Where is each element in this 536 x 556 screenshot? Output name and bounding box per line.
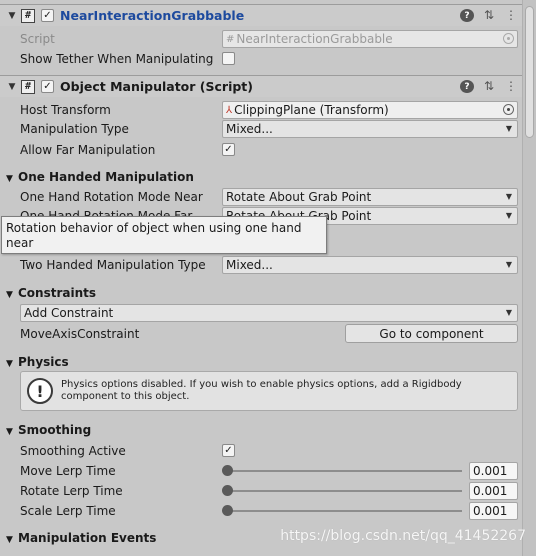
show-tether-label: Show Tether When Manipulating	[20, 52, 214, 66]
section-title: Smoothing	[18, 423, 92, 437]
slider-handle[interactable]	[222, 485, 233, 496]
add-constraint-dropdown[interactable]: Add Constraint ▼	[20, 304, 518, 322]
component-enabled-checkbox[interactable]: ✓	[41, 80, 54, 93]
section-manipulation-events[interactable]: ▼ Manipulation Events	[6, 531, 156, 545]
two-handed-type-dropdown[interactable]: Mixed... ▼	[222, 256, 518, 274]
dropdown-arrow-icon: ▼	[505, 308, 512, 317]
rotate-lerp-label: Rotate Lerp Time	[20, 484, 123, 498]
two-handed-type-row: Two Handed Manipulation Type Mixed... ▼	[0, 255, 522, 275]
script-row: Script # NearInteractionGrabbable	[0, 29, 522, 49]
foldout-arrow-icon[interactable]: ▼	[4, 11, 20, 21]
inspector-panel: ▼ # ✓ NearInteractionGrabbable ? ⇅ ⋮ Scr…	[0, 0, 522, 556]
show-tether-checkbox[interactable]	[222, 52, 235, 65]
watermark: https://blog.csdn.net/qq_41452267	[280, 528, 526, 544]
rotate-lerp-slider[interactable]	[228, 490, 462, 492]
script-icon: #	[21, 8, 35, 23]
script-field: # NearInteractionGrabbable	[222, 30, 518, 48]
section-constraints[interactable]: ▼ Constraints	[6, 286, 96, 300]
two-handed-type-label: Two Handed Manipulation Type	[20, 258, 206, 272]
dropdown-arrow-icon: ▼	[505, 211, 512, 220]
scale-lerp-label: Scale Lerp Time	[20, 504, 116, 518]
smoothing-active-label: Smoothing Active	[20, 444, 126, 458]
one-hand-near-dropdown[interactable]: Rotate About Grab Point ▼	[222, 188, 518, 206]
scale-lerp-row: Scale Lerp Time 0.001	[0, 501, 522, 521]
more-options-icon[interactable]: ⋮	[504, 8, 518, 22]
allow-far-checkbox[interactable]: ✓	[222, 143, 235, 156]
two-handed-type-value: Mixed...	[226, 258, 273, 272]
foldout-arrow-icon: ▼	[6, 359, 13, 369]
add-constraint-label: Add Constraint	[24, 306, 114, 320]
transform-icon: ⅄	[226, 104, 233, 116]
host-transform-value: ClippingPlane (Transform)	[234, 103, 389, 117]
preset-icon[interactable]: ⇅	[482, 79, 496, 93]
help-icon[interactable]: ?	[460, 80, 474, 93]
scale-lerp-slider[interactable]	[228, 510, 462, 512]
section-smoothing[interactable]: ▼ Smoothing	[6, 423, 91, 437]
script-file-icon: #	[226, 33, 235, 45]
foldout-arrow-icon: ▼	[6, 174, 13, 184]
dropdown-arrow-icon: ▼	[505, 260, 512, 269]
section-title: Constraints	[18, 286, 97, 300]
object-picker-icon	[503, 33, 514, 44]
tooltip: Rotation behavior of object when using o…	[1, 216, 327, 254]
manipulation-type-label: Manipulation Type	[20, 122, 129, 136]
move-lerp-input[interactable]: 0.001	[469, 462, 518, 480]
section-title: One Handed Manipulation	[18, 170, 194, 184]
dropdown-arrow-icon: ▼	[505, 124, 512, 133]
warning-icon: !	[27, 378, 53, 404]
physics-help-box: ! Physics options disabled. If you wish …	[20, 371, 518, 411]
go-to-component-button[interactable]: Go to component	[345, 324, 518, 343]
component-header-grabbable[interactable]: ▼ # ✓ NearInteractionGrabbable ? ⇅ ⋮	[0, 4, 522, 26]
slider-handle[interactable]	[222, 505, 233, 516]
help-icon[interactable]: ?	[460, 9, 474, 22]
allow-far-row: Allow Far Manipulation ✓	[0, 140, 522, 160]
host-transform-field[interactable]: ⅄ ClippingPlane (Transform)	[222, 101, 518, 119]
add-constraint-row: Add Constraint ▼	[0, 303, 522, 323]
component-header-object-manipulator[interactable]: ▼ # ✓ Object Manipulator (Script) ? ⇅ ⋮	[0, 75, 522, 97]
more-options-icon[interactable]: ⋮	[504, 79, 518, 93]
preset-icon[interactable]: ⇅	[482, 8, 496, 22]
move-axis-row: MoveAxisConstraint Go to component	[0, 324, 522, 344]
slider-handle[interactable]	[222, 465, 233, 476]
dropdown-arrow-icon: ▼	[505, 192, 512, 201]
move-lerp-row: Move Lerp Time 0.001	[0, 461, 522, 481]
show-tether-row: Show Tether When Manipulating	[0, 49, 522, 69]
rotate-lerp-row: Rotate Lerp Time 0.001	[0, 481, 522, 501]
physics-help-text: Physics options disabled. If you wish to…	[61, 379, 462, 402]
foldout-arrow-icon: ▼	[6, 535, 13, 545]
section-physics[interactable]: ▼ Physics	[6, 355, 69, 369]
component-title: Object Manipulator (Script)	[60, 79, 253, 94]
vertical-scrollbar[interactable]	[522, 0, 536, 556]
script-icon: #	[21, 79, 35, 94]
script-label: Script	[20, 32, 55, 46]
section-one-handed[interactable]: ▼ One Handed Manipulation	[6, 170, 194, 184]
object-picker-icon[interactable]	[503, 104, 514, 115]
section-title: Manipulation Events	[18, 531, 157, 545]
manipulation-type-dropdown[interactable]: Mixed... ▼	[222, 120, 518, 138]
host-transform-row: Host Transform ⅄ ClippingPlane (Transfor…	[0, 100, 522, 120]
one-hand-near-row: One Hand Rotation Mode Near Rotate About…	[0, 187, 522, 207]
smoothing-active-row: Smoothing Active ✓	[0, 441, 522, 461]
section-title: Physics	[18, 355, 69, 369]
one-hand-near-value: Rotate About Grab Point	[226, 190, 372, 204]
manipulation-type-row: Manipulation Type Mixed... ▼	[0, 119, 522, 139]
rotate-lerp-input[interactable]: 0.001	[469, 482, 518, 500]
allow-far-label: Allow Far Manipulation	[20, 143, 156, 157]
smoothing-active-checkbox[interactable]: ✓	[222, 444, 235, 457]
component-enabled-checkbox[interactable]: ✓	[41, 9, 54, 22]
foldout-arrow-icon: ▼	[6, 427, 13, 437]
move-axis-label: MoveAxisConstraint	[20, 327, 140, 341]
manipulation-type-value: Mixed...	[226, 122, 273, 136]
script-value: NearInteractionGrabbable	[236, 32, 393, 46]
scrollbar-thumb[interactable]	[525, 6, 534, 138]
foldout-arrow-icon[interactable]: ▼	[4, 82, 20, 92]
component-title: NearInteractionGrabbable	[60, 8, 245, 23]
host-transform-label: Host Transform	[20, 103, 111, 117]
one-hand-near-label: One Hand Rotation Mode Near	[20, 190, 203, 204]
foldout-arrow-icon: ▼	[6, 290, 13, 300]
move-lerp-label: Move Lerp Time	[20, 464, 116, 478]
move-lerp-slider[interactable]	[228, 470, 462, 472]
scale-lerp-input[interactable]: 0.001	[469, 502, 518, 520]
